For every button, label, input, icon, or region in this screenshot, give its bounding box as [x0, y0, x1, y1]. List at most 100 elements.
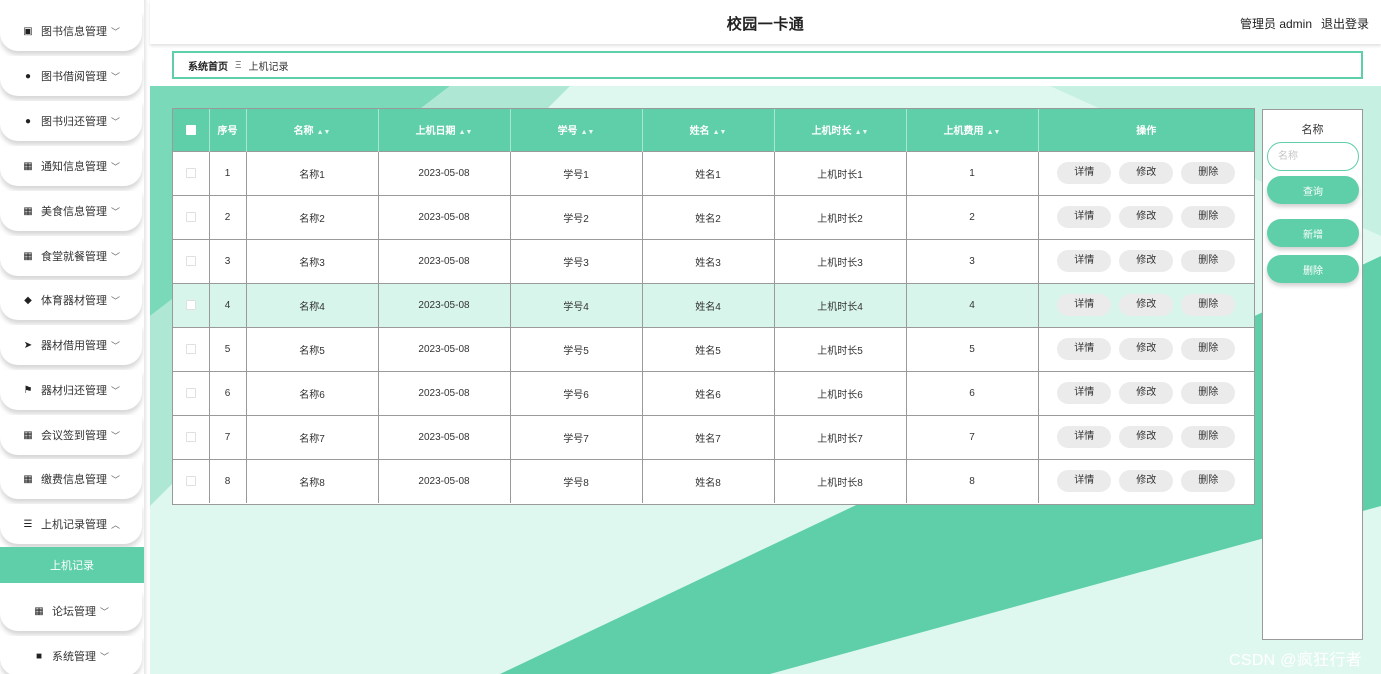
cell-select[interactable] — [173, 370, 210, 415]
edit-button[interactable]: 修改 — [1119, 426, 1174, 448]
cell-select[interactable] — [173, 238, 210, 283]
delete-button[interactable]: 删除 — [1181, 338, 1236, 360]
header-name[interactable]: 名称 ▲▼ — [246, 109, 379, 151]
sidebar-item-7[interactable]: ➤ 器材借用管理 ﹀ — [0, 325, 142, 365]
delete-button[interactable]: 删除 — [1181, 162, 1236, 184]
row-checkbox[interactable] — [185, 255, 196, 266]
header-fee[interactable]: 上机费用 ▲▼ — [906, 109, 1039, 151]
detail-button[interactable]: 详情 — [1057, 338, 1112, 360]
table-row[interactable]: 3 名称3 2023-05-08 学号3 姓名3 上机时长3 3 详情 修改 删除 — [173, 238, 1254, 283]
cell-index: 3 — [209, 238, 247, 283]
table-row[interactable]: 4 名称4 2023-05-08 学号4 姓名4 上机时长4 4 详情 修改 删除 — [173, 282, 1254, 327]
grid-icon: ▦ — [34, 605, 44, 617]
cell-fee: 3 — [906, 238, 1039, 283]
sidebar-item-5[interactable]: ▦ 食堂就餐管理 ﹀ — [0, 236, 142, 276]
cell-select[interactable] — [173, 150, 210, 195]
sidebar-item-8[interactable]: ⚑ 器材归还管理 ﹀ — [0, 370, 142, 410]
row-checkbox[interactable] — [185, 387, 196, 398]
sidebar-item-12[interactable]: ▦ 论坛管理 ﹀ — [0, 591, 142, 631]
chevron-up-icon: ︿ — [110, 519, 120, 530]
row-checkbox[interactable] — [185, 431, 196, 442]
table-row[interactable]: 2 名称2 2023-05-08 学号2 姓名2 上机时长2 2 详情 修改 删除 — [173, 194, 1254, 239]
grid-icon: ▦ — [23, 473, 33, 485]
sidebar-item-label: 通知信息管理 — [40, 161, 107, 173]
sidebar-item-9[interactable]: ▦ 会议签到管理 ﹀ — [0, 415, 142, 455]
sidebar: ▣ 图书信息管理 ﹀ ● 图书借阅管理 ﹀ ● 图书归还管理 ﹀ ▦ 通知信息管理 ﹀ ▦ 美食信息管理 ﹀… — [0, 0, 148, 674]
logout-link[interactable]: 退出登录 — [1321, 15, 1369, 32]
sort-icon[interactable]: ▲▼ — [581, 129, 595, 136]
sidebar-item-label: 图书借阅管理 — [40, 71, 107, 83]
detail-button[interactable]: 详情 — [1057, 470, 1112, 493]
delete-button[interactable]: 删除 — [1181, 250, 1236, 272]
row-checkbox[interactable] — [185, 167, 196, 178]
edit-button[interactable]: 修改 — [1119, 382, 1174, 404]
grid-icon: ▦ — [23, 250, 33, 262]
sidebar-item-3[interactable]: ▦ 通知信息管理 ﹀ — [0, 146, 142, 186]
sidebar-item-0[interactable]: ▣ 图书信息管理 ﹀ — [0, 11, 142, 51]
batch-delete-button[interactable]: 删除 — [1267, 255, 1359, 283]
sidebar-item-1[interactable]: ● 图书借阅管理 ﹀ — [0, 56, 142, 96]
row-checkbox[interactable] — [185, 299, 196, 310]
header-student-id[interactable]: 学号 ▲▼ — [510, 109, 643, 151]
cell-duration: 上机时长8 — [774, 458, 907, 503]
cell-student-id: 学号1 — [510, 150, 643, 195]
cell-select[interactable] — [173, 414, 210, 459]
detail-button[interactable]: 详情 — [1057, 250, 1112, 272]
delete-button[interactable]: 删除 — [1181, 294, 1236, 316]
cell-name: 名称1 — [246, 150, 379, 195]
cell-select[interactable] — [173, 282, 210, 327]
edit-button[interactable]: 修改 — [1119, 250, 1174, 272]
breadcrumb-home[interactable]: 系统首页 — [188, 58, 228, 73]
sort-icon[interactable]: ▲▼ — [459, 129, 473, 136]
sort-icon[interactable]: ▲▼ — [855, 129, 869, 136]
header-date[interactable]: 上机日期 ▲▼ — [378, 109, 511, 151]
sort-icon[interactable]: ▲▼ — [987, 129, 1001, 136]
edit-button[interactable]: 修改 — [1119, 206, 1174, 228]
table-row[interactable]: 6 名称6 2023-05-08 学号6 姓名6 上机时长6 6 详情 修改 删除 — [173, 370, 1254, 415]
table-row[interactable]: 8 名称8 2023-05-08 学号8 姓名8 上机时长8 8 详情 修改 删除 — [173, 458, 1254, 503]
detail-button[interactable]: 详情 — [1057, 162, 1112, 184]
edit-button[interactable]: 修改 — [1119, 470, 1174, 493]
detail-button[interactable]: 详情 — [1057, 206, 1112, 228]
sidebar-item-4[interactable]: ▦ 美食信息管理 ﹀ — [0, 191, 142, 231]
sidebar-item-11[interactable]: ☰ 上机记录管理 ︿ — [0, 504, 142, 544]
sidebar-subitem-computer-records[interactable]: 上机记录 — [0, 547, 144, 583]
table-row[interactable]: 5 名称5 2023-05-08 学号5 姓名5 上机时长5 5 详情 修改 删除 — [173, 326, 1254, 371]
edit-button[interactable]: 修改 — [1119, 162, 1174, 184]
sort-icon[interactable]: ▲▼ — [713, 129, 727, 136]
cell-select[interactable] — [173, 326, 210, 371]
sort-icon[interactable]: ▲▼ — [317, 129, 331, 136]
search-input[interactable] — [1267, 142, 1359, 171]
delete-button[interactable]: 删除 — [1181, 470, 1236, 493]
edit-button[interactable]: 修改 — [1119, 338, 1174, 360]
delete-button[interactable]: 删除 — [1181, 426, 1236, 448]
sidebar-item-13[interactable]: ■ 系统管理 ﹀ — [0, 636, 142, 674]
row-checkbox[interactable] — [185, 476, 196, 487]
sidebar-item-2[interactable]: ● 图书归还管理 ﹀ — [0, 101, 142, 141]
sidebar-item-10[interactable]: ▦ 缴费信息管理 ﹀ — [0, 459, 142, 499]
cell-date: 2023-05-08 — [378, 194, 511, 239]
header-student-name[interactable]: 姓名 ▲▼ — [642, 109, 775, 151]
add-button[interactable]: 新增 — [1267, 219, 1359, 247]
cell-select[interactable] — [173, 194, 210, 239]
detail-button[interactable]: 详情 — [1057, 382, 1112, 404]
grid-icon: ▦ — [23, 205, 33, 217]
cell-fee: 1 — [906, 150, 1039, 195]
cell-select[interactable] — [173, 458, 210, 503]
cell-date: 2023-05-08 — [378, 458, 511, 503]
edit-button[interactable]: 修改 — [1119, 294, 1174, 316]
sidebar-item-6[interactable]: ◆ 体育器材管理 ﹀ — [0, 280, 142, 320]
select-all-checkbox[interactable] — [185, 124, 196, 135]
table-row[interactable]: 1 名称1 2023-05-08 学号1 姓名1 上机时长1 1 详情 修改 删除 — [173, 150, 1254, 195]
delete-button[interactable]: 删除 — [1181, 382, 1236, 404]
search-button[interactable]: 查询 — [1267, 176, 1359, 204]
sidebar-item-label: 体育器材管理 — [40, 295, 107, 307]
header-select-all[interactable] — [173, 109, 210, 151]
row-checkbox[interactable] — [185, 211, 196, 222]
row-checkbox[interactable] — [185, 343, 196, 354]
detail-button[interactable]: 详情 — [1057, 426, 1112, 448]
delete-button[interactable]: 删除 — [1181, 206, 1236, 228]
table-row[interactable]: 7 名称7 2023-05-08 学号7 姓名7 上机时长7 7 详情 修改 删除 — [173, 414, 1254, 459]
header-duration[interactable]: 上机时长 ▲▼ — [774, 109, 907, 151]
detail-button[interactable]: 详情 — [1057, 294, 1112, 316]
